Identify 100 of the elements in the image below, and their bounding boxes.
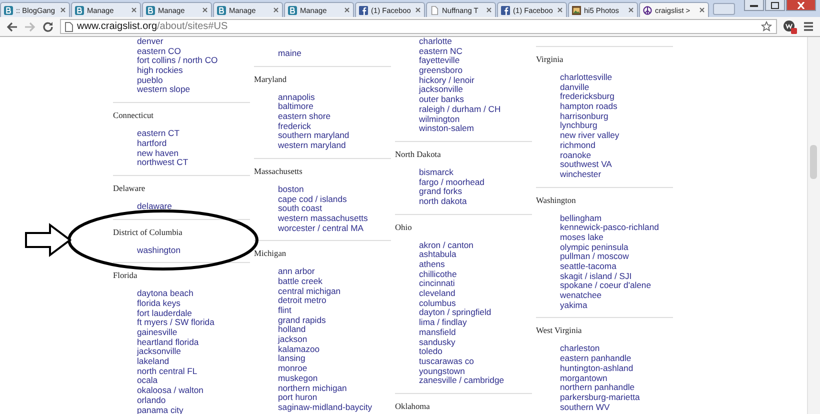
- city-link[interactable]: grand rapids: [254, 316, 326, 326]
- city-link[interactable]: south coast: [254, 204, 322, 214]
- city-link[interactable]: mansfield: [395, 328, 456, 338]
- close-button[interactable]: [786, 0, 816, 11]
- city-link[interactable]: northern michigan: [254, 384, 347, 394]
- menu-icon[interactable]: [803, 21, 814, 32]
- city-link[interactable]: eastern NC: [395, 46, 462, 56]
- city-link[interactable]: jacksonville: [395, 85, 463, 96]
- city-link[interactable]: port huron: [254, 393, 318, 403]
- city-link[interactable]: danville: [536, 82, 590, 92]
- city-link[interactable]: raleigh / durham / CH: [395, 104, 501, 114]
- city-link[interactable]: holland: [254, 325, 306, 336]
- city-link[interactable]: hickory / lenoir: [395, 76, 474, 86]
- city-link[interactable]: winston-salem: [395, 124, 474, 134]
- city-link[interactable]: eastern CO: [113, 46, 181, 56]
- city-link[interactable]: battle creek: [254, 276, 322, 287]
- city-link[interactable]: annapolis: [254, 92, 315, 102]
- city-link[interactable]: worcester / central MA: [254, 224, 364, 234]
- city-link[interactable]: youngstown: [395, 366, 465, 376]
- city-link[interactable]: fayetteville: [395, 56, 460, 66]
- close-icon[interactable]: [131, 7, 137, 13]
- city-link[interactable]: eastern CT: [113, 129, 180, 139]
- city-link[interactable]: columbus: [395, 298, 456, 308]
- city-link[interactable]: harrisonburg: [536, 112, 608, 122]
- city-link[interactable]: eastern shore: [254, 112, 331, 122]
- city-link[interactable]: akron / canton: [395, 240, 474, 250]
- city-link[interactable]: flint: [254, 306, 292, 316]
- city-link[interactable]: new river valley: [536, 131, 620, 141]
- city-link[interactable]: kennewick-pasco-richland: [536, 223, 659, 233]
- city-link[interactable]: north central FL: [113, 366, 198, 376]
- city-link[interactable]: dayton / springfield: [395, 308, 492, 318]
- close-icon[interactable]: [628, 7, 634, 13]
- city-link[interactable]: ocala: [113, 376, 158, 386]
- city-link[interactable]: athens: [395, 260, 445, 270]
- city-link[interactable]: charleston: [536, 344, 600, 354]
- close-icon[interactable]: [273, 7, 279, 13]
- city-link[interactable]: yakima: [536, 300, 588, 310]
- city-link[interactable]: high rockies: [113, 66, 183, 76]
- city-link[interactable]: hampton roads: [536, 102, 618, 112]
- city-link[interactable]: new haven: [113, 148, 179, 158]
- close-icon[interactable]: [415, 7, 421, 13]
- city-link[interactable]: olympic peninsula: [536, 242, 628, 252]
- city-link[interactable]: cape cod / islands: [254, 194, 347, 204]
- city-link[interactable]: cleveland: [395, 289, 456, 299]
- city-link[interactable]: lynchburg: [536, 121, 598, 132]
- city-link[interactable]: jackson: [254, 335, 308, 345]
- maximize-button[interactable]: [765, 0, 785, 11]
- city-link[interactable]: outer banks: [395, 95, 464, 105]
- city-link[interactable]: cincinnati: [395, 279, 455, 290]
- city-link[interactable]: ft myers / SW florida: [113, 318, 214, 328]
- city-link[interactable]: southern WV: [536, 402, 610, 412]
- city-link[interactable]: seattle-tacoma: [536, 262, 616, 272]
- city-link[interactable]: lansing: [254, 354, 306, 364]
- city-link[interactable]: huntington-ashland: [536, 364, 634, 374]
- city-link[interactable]: western massachusetts: [254, 214, 368, 224]
- back-icon[interactable]: [6, 20, 18, 32]
- scrollbar[interactable]: [807, 37, 820, 414]
- city-link[interactable]: fort lauderdale: [113, 308, 192, 318]
- city-link[interactable]: eastern panhandle: [536, 354, 632, 364]
- city-link[interactable]: grand forks: [395, 187, 462, 197]
- city-link[interactable]: richmond: [536, 140, 596, 150]
- close-icon[interactable]: [486, 7, 492, 13]
- city-link[interactable]: wilmington: [395, 114, 460, 124]
- city-link[interactable]: jacksonville: [113, 347, 181, 358]
- city-link[interactable]: bismarck: [395, 168, 454, 178]
- close-icon[interactable]: [557, 7, 563, 13]
- star-icon[interactable]: [761, 21, 772, 32]
- city-link[interactable]: hartford: [113, 138, 167, 148]
- city-link[interactable]: moses lake: [536, 232, 604, 243]
- city-link[interactable]: parkersburg-marietta: [536, 392, 640, 403]
- city-link[interactable]: skagit / island / SJI: [536, 272, 632, 282]
- city-link[interactable]: charlottesville: [536, 73, 612, 83]
- city-link[interactable]: maine: [254, 49, 302, 59]
- city-link[interactable]: toledo: [395, 347, 442, 357]
- city-link[interactable]: morgantown: [536, 374, 608, 384]
- city-link[interactable]: gainesville: [113, 328, 178, 338]
- city-link[interactable]: kalamazoo: [254, 344, 320, 354]
- close-icon[interactable]: [202, 7, 208, 13]
- address-bar[interactable]: www.craigslist.org/about/sites#US: [60, 19, 777, 34]
- city-link[interactable]: ann arbor: [254, 267, 315, 277]
- city-link[interactable]: washington: [113, 246, 180, 256]
- city-link[interactable]: sandusky: [395, 338, 456, 348]
- city-link[interactable]: pueblo: [113, 76, 163, 86]
- city-link[interactable]: boston: [254, 184, 304, 194]
- city-link[interactable]: southern maryland: [254, 131, 350, 142]
- city-link[interactable]: southwest VA: [536, 160, 612, 170]
- city-link[interactable]: fort collins / north CO: [113, 56, 218, 66]
- city-link[interactable]: chillicothe: [395, 270, 457, 280]
- city-link[interactable]: bellingham: [536, 214, 602, 224]
- city-link[interactable]: winchester: [536, 170, 602, 180]
- city-link[interactable]: lakeland: [113, 357, 170, 367]
- reload-icon[interactable]: [42, 20, 54, 32]
- city-link[interactable]: denver: [113, 37, 164, 47]
- city-link[interactable]: saginaw-midland-baycity: [254, 402, 372, 413]
- city-link[interactable]: detroit metro: [254, 296, 326, 306]
- close-icon[interactable]: [60, 7, 66, 13]
- city-link[interactable]: ashtabula: [395, 250, 456, 260]
- city-link[interactable]: monroe: [254, 364, 308, 374]
- extension-icon[interactable]: [783, 20, 797, 34]
- city-link[interactable]: north dakota: [395, 196, 467, 207]
